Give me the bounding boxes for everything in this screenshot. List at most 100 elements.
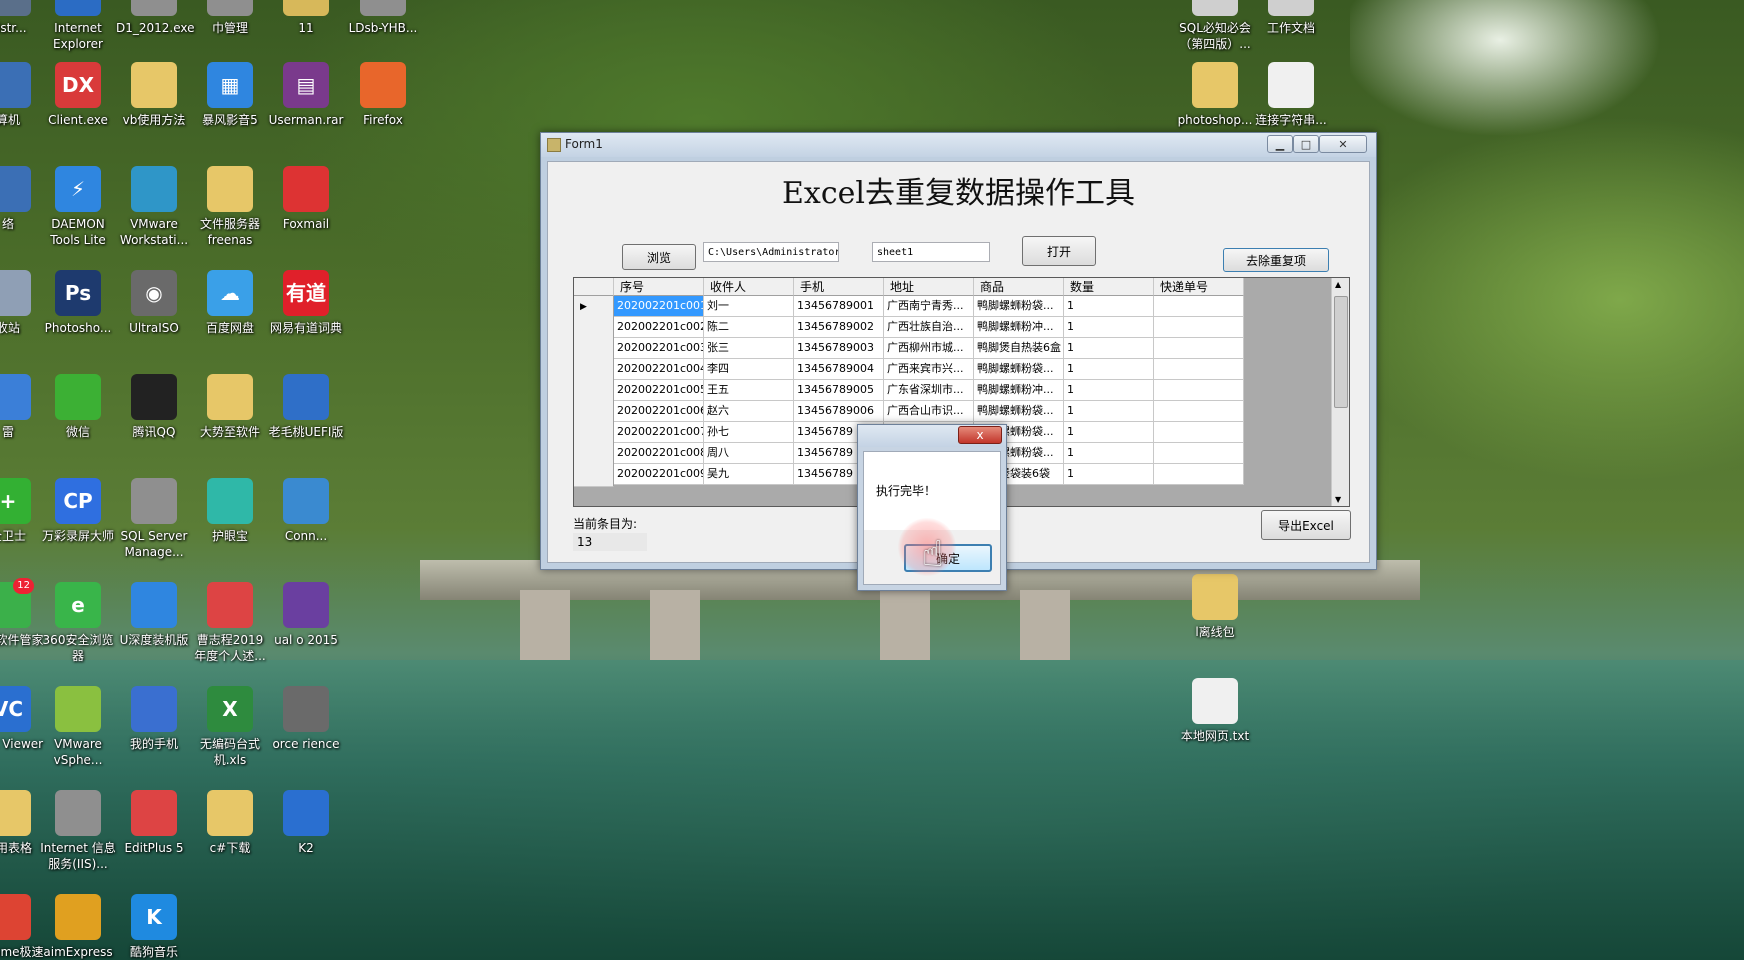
desktop-icon[interactable]: vb使用方法 [116, 62, 192, 128]
table-cell[interactable]: 202002201c002 [614, 317, 704, 338]
desktop-icon[interactable]: Conn... [268, 478, 344, 544]
column-header[interactable]: 手机 [794, 278, 884, 296]
desktop-icon[interactable]: ▤ Userman.rar [268, 62, 344, 128]
table-cell[interactable] [1154, 443, 1244, 464]
desktop-icon[interactable]: photoshop... [1177, 62, 1253, 128]
desktop-icon[interactable]: ⚡ DAEMON Tools Lite [40, 166, 116, 248]
desktop-icon[interactable]: VMware Workstati... [116, 166, 192, 248]
desktop-icon[interactable]: Foxmail [268, 166, 344, 232]
export-excel-button[interactable]: 导出Excel [1261, 510, 1351, 540]
desktop-icon[interactable]: ◉ UltraISO [116, 270, 192, 336]
table-cell[interactable]: 202002201c001 [614, 296, 704, 317]
column-header[interactable]: 商品 [974, 278, 1064, 296]
table-cell[interactable]: 13456789001 [794, 296, 884, 317]
desktop-icon[interactable]: ☁ 百度网盘 [192, 270, 268, 336]
table-cell[interactable]: 广西南宁青秀... [884, 296, 974, 317]
table-cell[interactable]: 202002201c006 [614, 401, 704, 422]
table-cell[interactable]: 孙七 [704, 422, 794, 443]
desktop-icon[interactable]: aimExpress [40, 894, 116, 960]
desktop-icon[interactable]: 老毛桃UEFI版 [268, 374, 344, 440]
table-cell[interactable]: 周八 [704, 443, 794, 464]
maximize-button[interactable]: □ [1293, 135, 1319, 153]
desktop-icon[interactable]: SQL Server Manage... [116, 478, 192, 560]
desktop-icon[interactable]: CP 万彩录屏大师 [40, 478, 116, 544]
desktop-icon[interactable]: D1_2012.exe [116, 0, 195, 36]
row-header[interactable]: ▶ [574, 296, 614, 319]
desktop-icon[interactable]: K 酷狗音乐 [116, 894, 192, 960]
desktop-icon[interactable]: c#下载 [192, 790, 268, 856]
table-cell[interactable]: 吴九 [704, 464, 794, 485]
row-header[interactable] [574, 338, 614, 361]
desktop-icon[interactable]: 有道 网易有道词典 [268, 270, 344, 336]
table-cell[interactable]: 广西来宾市兴... [884, 359, 974, 380]
table-cell[interactable]: 202002201c009 [614, 464, 704, 485]
row-header[interactable] [574, 401, 614, 424]
desktop-icon[interactable]: DX Client.exe [40, 62, 116, 128]
desktop-icon[interactable]: U深度装机版 [116, 582, 192, 648]
desktop-icon[interactable]: orce rience [268, 686, 344, 752]
table-cell[interactable]: 广西壮族自治... [884, 317, 974, 338]
desktop-icon[interactable]: Firefox [345, 62, 421, 128]
desktop-icon[interactable]: ual o 2015 [268, 582, 344, 648]
scroll-down-icon[interactable]: ▼ [1335, 495, 1341, 504]
table-cell[interactable]: 鸭脚螺蛳粉冲... [974, 317, 1064, 338]
table-cell[interactable] [1154, 422, 1244, 443]
table-cell[interactable]: 1 [1064, 380, 1154, 401]
desktop-icon[interactable]: Internet Explorer [40, 0, 116, 52]
table-cell[interactable]: 广西柳州市城... [884, 338, 974, 359]
table-cell[interactable]: 1 [1064, 317, 1154, 338]
table-cell[interactable] [1154, 464, 1244, 485]
file-path-input[interactable]: C:\Users\Administrator\D [703, 242, 839, 262]
column-header[interactable]: 数量 [1064, 278, 1154, 296]
table-cell[interactable]: 刘一 [704, 296, 794, 317]
table-cell[interactable]: 广西合山市识... [884, 401, 974, 422]
desktop-icon[interactable]: LDsb-YHB... [345, 0, 421, 36]
desktop-icon[interactable]: VMware vSphe... [40, 686, 116, 768]
desktop-icon[interactable]: EditPlus 5 [116, 790, 192, 856]
table-cell[interactable]: 1 [1064, 359, 1154, 380]
table-cell[interactable]: 陈二 [704, 317, 794, 338]
close-button[interactable]: ✕ [1319, 135, 1367, 153]
table-cell[interactable]: 1 [1064, 296, 1154, 317]
table-cell[interactable]: 鸭脚煲自热装6盒 [974, 338, 1064, 359]
row-header[interactable] [574, 380, 614, 403]
desktop-icon[interactable]: 文件服务器 freenas [192, 166, 268, 248]
table-cell[interactable]: 王五 [704, 380, 794, 401]
table-cell[interactable]: 13456789006 [794, 401, 884, 422]
desktop-icon[interactable]: 本地网页.txt [1177, 678, 1253, 744]
desktop-icon[interactable]: Ps Photosho... [40, 270, 116, 336]
table-cell[interactable]: 赵六 [704, 401, 794, 422]
table-cell[interactable]: 1 [1064, 422, 1154, 443]
table-cell[interactable] [1154, 401, 1244, 422]
table-cell[interactable]: 广东省深圳市... [884, 380, 974, 401]
desktop-icon[interactable]: SQL必知必会（第四版）... [1177, 0, 1253, 52]
row-header[interactable] [574, 443, 614, 466]
row-header[interactable] [574, 317, 614, 340]
desktop-icon[interactable]: 11 [268, 0, 344, 36]
desktop-icon[interactable]: 腾讯QQ [116, 374, 192, 440]
scrollbar-thumb[interactable] [1334, 296, 1348, 408]
table-cell[interactable]: 鸭脚螺蛳粉袋... [974, 359, 1064, 380]
desktop-icon[interactable]: 连接字符串... [1253, 62, 1329, 128]
column-header[interactable]: 收件人 [704, 278, 794, 296]
table-cell[interactable]: 鸭脚螺蛳粉冲... [974, 380, 1064, 401]
window-titlebar[interactable]: Form1 ▁ □ ✕ [541, 133, 1376, 157]
desktop-icon[interactable]: ▦ 暴风影音5 [192, 62, 268, 128]
desktop-icon[interactable]: K2 [268, 790, 344, 856]
table-cell[interactable]: 张三 [704, 338, 794, 359]
desktop-icon[interactable]: X 无编码台式机.xls [192, 686, 268, 768]
row-header[interactable] [574, 422, 614, 445]
table-cell[interactable]: 202002201c005 [614, 380, 704, 401]
table-cell[interactable]: 1 [1064, 338, 1154, 359]
table-cell[interactable]: 13456789005 [794, 380, 884, 401]
desktop-icon[interactable]: 我的手机 [116, 686, 192, 752]
desktop-icon[interactable]: Internet 信息服务(IIS)... [40, 790, 116, 872]
message-box-close-button[interactable]: x [958, 426, 1002, 444]
table-cell[interactable] [1154, 380, 1244, 401]
table-cell[interactable] [1154, 296, 1244, 317]
table-cell[interactable] [1154, 338, 1244, 359]
table-cell[interactable]: 1 [1064, 401, 1154, 422]
table-cell[interactable]: 202002201c004 [614, 359, 704, 380]
table-cell[interactable]: 1 [1064, 464, 1154, 485]
desktop-icon[interactable]: 曹志程2019年度个人述... [192, 582, 268, 664]
